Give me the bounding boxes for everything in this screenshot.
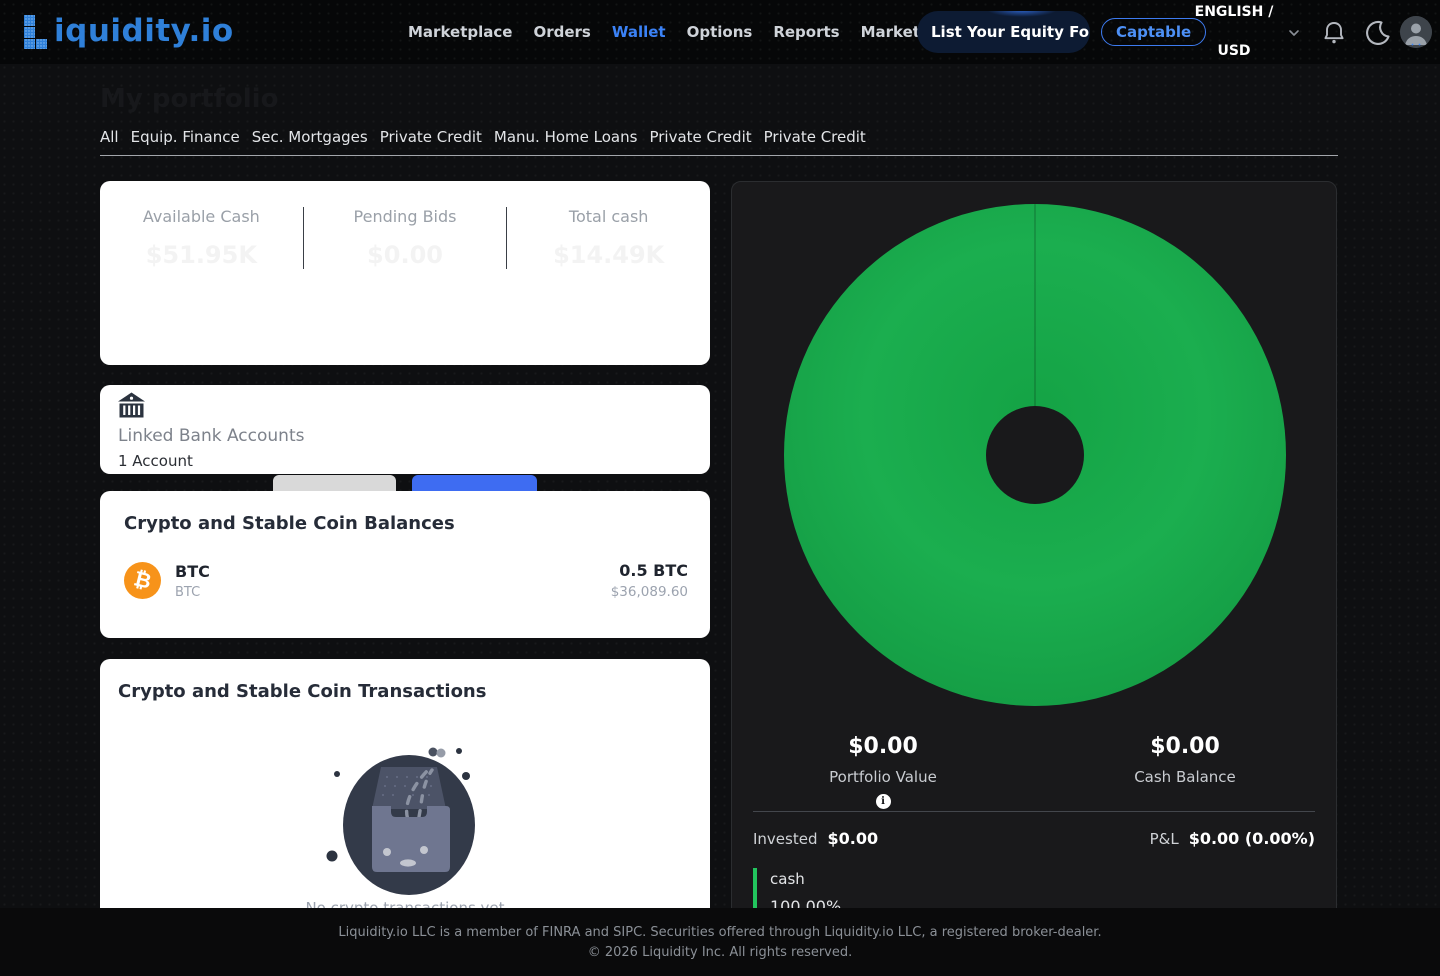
stat-label: Pending Bids [353,207,457,226]
portfolio-filter-tabs: All Equip. Finance Sec. Mortgages Privat… [100,128,1338,156]
info-icon[interactable]: i [875,794,891,809]
footer-copyright: © 2026 Liquidity Inc. All rights reserve… [587,944,853,960]
footer: Liquidity.io LLC is a member of FINRA an… [0,908,1440,976]
dark-mode-toggle[interactable] [1365,19,1391,45]
stat-available-cash: Available Cash $51.95K [100,207,303,269]
chevron-down-icon[interactable] [1287,26,1301,40]
crypto-balances-card: Crypto and Stable Coin Balances ₿ BTC BT… [100,491,710,638]
top-navbar: iquidity.io Marketplace Orders Wallet Op… [0,0,1440,64]
avatar-icon [1400,16,1432,48]
list-equity-button[interactable]: List Your Equity For Free [917,11,1090,53]
bank-icon [118,392,145,418]
asset-names: BTC BTC [175,562,210,600]
tab-private-credit-2[interactable]: Private Credit [649,128,751,146]
pl-label: P&L [1149,829,1179,848]
nav-item-options[interactable]: Options [687,23,753,41]
cash-balance-block: $0.00 Cash Balance [1034,734,1336,809]
footer-disclaimer: Liquidity.io LLC is a member of FINRA an… [338,924,1102,940]
logo[interactable]: iquidity.io [22,9,234,49]
asset-row-btc[interactable]: ₿ BTC BTC 0.5 BTC $36,089.60 [124,561,688,600]
currency-label: USD [1217,43,1251,59]
stat-total-cash: Total cash $14.49K [506,207,710,269]
tab-private-credit-3[interactable]: Private Credit [764,128,866,146]
moon-icon [1366,20,1390,45]
empty-inbox-illustration [326,747,475,895]
bank-account-count: 1 Account [118,452,193,470]
stat-value: $14.49K [553,241,665,269]
nav-item-reports[interactable]: Reports [773,23,839,41]
logo-mark-icon [24,15,47,49]
crypto-transactions-card: Crypto and Stable Coin Transactions No c… [100,659,710,944]
legend-name: cash [770,870,805,888]
asset-symbol: BTC [175,561,210,581]
nav-item-orders[interactable]: Orders [533,23,590,41]
nav-item-wallet[interactable]: Wallet [612,23,666,41]
linked-bank-accounts-card[interactable]: Linked Bank Accounts 1 Account [100,385,710,474]
language-label: ENGLISH / [1194,4,1274,20]
asset-usd-value: $36,089.60 [610,584,688,600]
main-nav: Marketplace Orders Wallet Options Report… [408,0,1001,64]
tab-manu-home-loans[interactable]: Manu. Home Loans [494,128,638,146]
btc-coin-icon: ₿ [124,562,161,599]
asset-values: 0.5 BTC $36,089.60 [611,561,688,600]
page-title: My portfolio [100,84,279,114]
portfolio-value-block: $0.00 Portfolio Value i [732,734,1034,809]
cash-stats-row: Available Cash $51.95K Pending Bids $0.0… [100,207,710,269]
stat-label: Total cash [568,207,649,226]
allocation-donut-chart[interactable] [783,203,1287,707]
asset-name: BTC [175,584,201,600]
portfolio-value: $0.00 [848,734,918,759]
stat-value: $0.00 [367,241,443,269]
stat-value: $51.95K [145,241,257,269]
notifications-button[interactable] [1322,20,1346,46]
stat-pending-bids: Pending Bids $0.00 [302,207,507,269]
portfolio-totals-row: $0.00 Portfolio Value i $0.00 Cash Balan… [732,734,1336,809]
crypto-transactions-title: Crypto and Stable Coin Transactions [118,681,487,702]
tab-private-credit-1[interactable]: Private Credit [380,128,482,146]
stat-label: Available Cash [142,207,260,226]
captable-button[interactable]: Captable [1101,18,1207,46]
invested-label: Invested [753,829,818,848]
cash-summary-card: Available Cash $51.95K Pending Bids $0.0… [100,181,710,520]
bank-card-title: Linked Bank Accounts [118,426,305,446]
language-currency-selector[interactable]: ENGLISH / USD [1194,0,1274,64]
app-root: iquidity.io Marketplace Orders Wallet Op… [0,0,1440,976]
cash-balance-label: Cash Balance [1134,768,1236,786]
bell-icon [1324,22,1344,44]
portfolio-allocation-panel: $0.00 Portfolio Value i $0.00 Cash Balan… [731,181,1337,971]
user-avatar[interactable] [1400,16,1432,48]
invested-value: $0.00 [827,829,879,848]
tab-equip-finance[interactable]: Equip. Finance [131,128,240,146]
pl-group: P&L $0.00 (0.00%) [1150,829,1315,848]
logo-text: iquidity.io [54,13,234,49]
pl-value: $0.00 (0.00%) [1188,829,1315,848]
asset-amount: 0.5 BTC [619,561,688,580]
tab-all[interactable]: All [100,128,119,146]
nav-item-marketplace[interactable]: Marketplace [408,23,512,41]
crypto-balances-title: Crypto and Stable Coin Balances [124,513,455,534]
tab-sec-mortgages[interactable]: Sec. Mortgages [252,128,368,146]
portfolio-value-label: Portfolio Value [829,768,937,786]
invested-pl-row: Invested $0.00 P&L $0.00 (0.00%) [753,829,1315,848]
cash-balance-value: $0.00 [1150,734,1220,759]
panel-divider [753,811,1315,812]
